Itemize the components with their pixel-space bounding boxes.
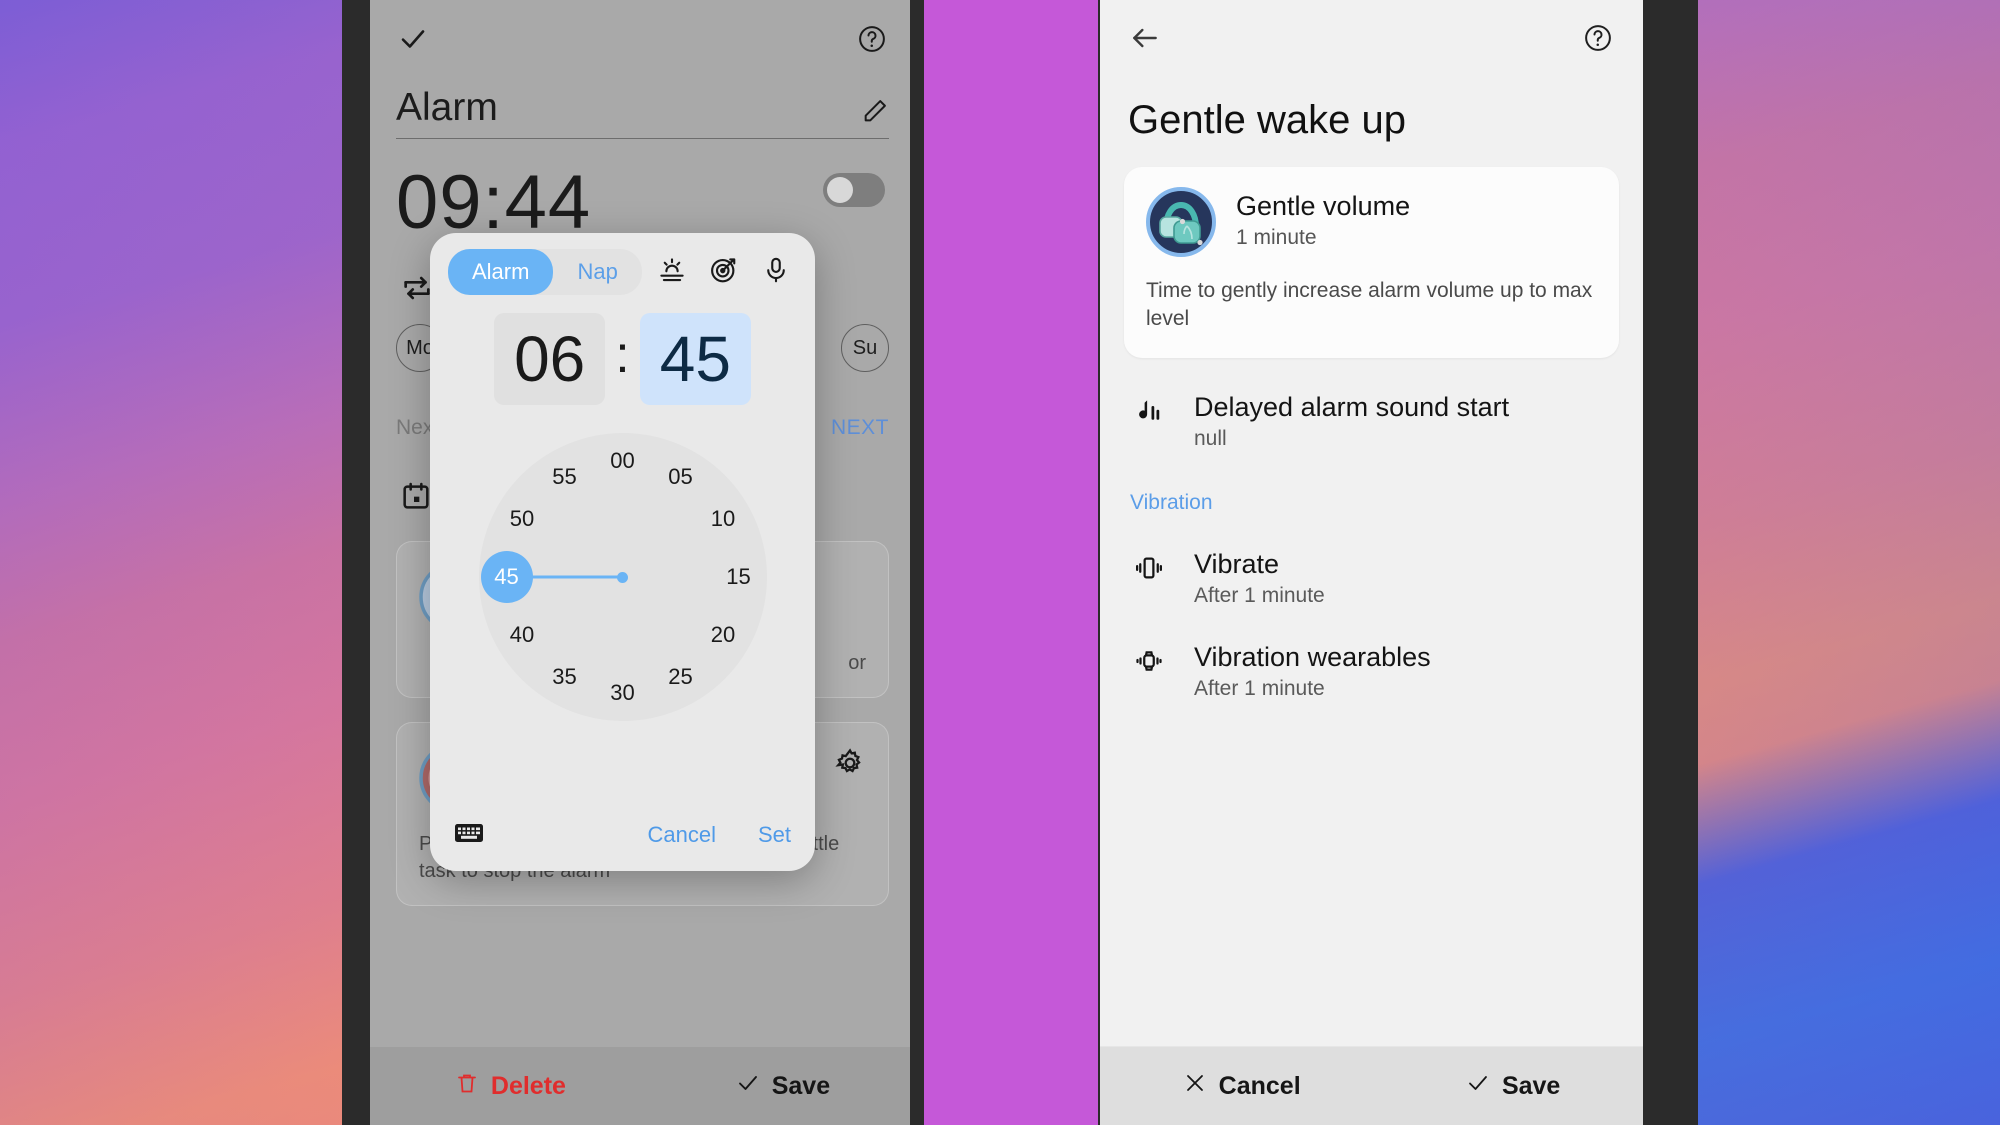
help-circle-icon[interactable] [851, 18, 893, 60]
close-icon [1183, 1071, 1207, 1102]
delete-label: Delete [490, 1071, 566, 1100]
gentle-volume-card[interactable]: Gentle volume 1 minute Time to gently in… [1124, 167, 1619, 358]
delete-button[interactable]: Delete [455, 1071, 566, 1102]
row-delayed-alarm-sound-start[interactable]: Delayed alarm sound start null [1130, 392, 1619, 451]
gentle-volume-title: Gentle volume [1236, 191, 1411, 221]
hour-field[interactable]: 06 [494, 313, 606, 405]
time-picker-quick-actions [657, 255, 797, 290]
time-picker-dialog[interactable]: Alarm Nap 06 : 45 00 05 10 15 20 25 30 35 40 45 50… [430, 233, 815, 871]
minute-field[interactable]: 45 [639, 313, 751, 405]
alarm-name-value: Alarm [396, 86, 498, 129]
check-icon [1466, 1071, 1490, 1102]
row-title: Vibrate [1194, 548, 1280, 579]
dial-number-40[interactable]: 40 [496, 609, 548, 661]
vibrate-phone-icon [1130, 549, 1168, 583]
cancel-button[interactable]: Cancel [647, 822, 715, 848]
sunrise-icon[interactable] [657, 255, 687, 290]
save-button[interactable]: Save [1466, 1071, 1560, 1102]
row-subtitle: After 1 minute [1194, 583, 1325, 607]
alarm-time-value[interactable]: 09:44 [396, 165, 591, 241]
left-bottom-bar: Delete Save [370, 1047, 915, 1125]
help-circle-icon[interactable] [1577, 17, 1619, 59]
pillows-icon [1146, 187, 1216, 257]
microphone-icon[interactable] [761, 255, 791, 290]
row-subtitle: After 1 minute [1194, 676, 1325, 700]
alarm-enable-toggle[interactable] [823, 173, 885, 207]
section-label-vibration: Vibration [1130, 490, 1213, 514]
dial-number-15[interactable]: 15 [713, 551, 765, 603]
row-vibrate[interactable]: Vibrate After 1 minute [1130, 549, 1619, 608]
target-icon[interactable] [709, 255, 739, 290]
right-bottom-bar: Cancel Save [1100, 1047, 1643, 1125]
dial-number-30[interactable]: 30 [597, 667, 649, 719]
row-title: Vibration wearables [1194, 641, 1431, 672]
music-note-icon [1130, 392, 1168, 426]
page-title: Gentle wake up [1128, 98, 1406, 142]
arrow-left-icon[interactable] [1124, 17, 1166, 59]
right-phone-screen: Gentle wake up Gentle volume 1 minute Ti… [1100, 0, 1643, 1125]
check-icon [736, 1071, 760, 1102]
dial-number-10[interactable]: 10 [697, 493, 749, 545]
day-chip-su[interactable]: Su [841, 324, 889, 372]
row-subtitle: null [1194, 426, 1227, 450]
cancel-label: Cancel [1218, 1071, 1301, 1100]
tab-nap[interactable]: Nap [553, 249, 641, 295]
alarm-time-row[interactable]: 09:44 [370, 139, 885, 241]
save-label: Save [771, 1071, 831, 1100]
save-button[interactable]: Save [736, 1071, 830, 1102]
gentle-volume-description: Time to gently increase alarm volume up … [1146, 279, 1593, 331]
set-button[interactable]: Set [758, 822, 791, 848]
cancel-button[interactable]: Cancel [1183, 1071, 1301, 1102]
check-icon[interactable] [392, 18, 434, 60]
save-label: Save [1501, 1071, 1561, 1100]
alarm-name-field[interactable]: Alarm [396, 86, 889, 139]
middle-phone-screen [924, 0, 1114, 1125]
row-title: Delayed alarm sound start [1194, 391, 1510, 422]
dial-number-55[interactable]: 55 [539, 451, 591, 503]
time-display: 06 : 45 [430, 313, 815, 405]
dial-number-45[interactable]: 45 [480, 551, 533, 603]
keyboard-icon[interactable] [454, 821, 484, 850]
dial-number-25[interactable]: 25 [655, 651, 707, 703]
mode-segmented-control[interactable]: Alarm Nap [448, 249, 642, 295]
time-picker-header: Alarm Nap [430, 233, 815, 295]
dial-center-dot [617, 571, 628, 583]
gentle-volume-value: 1 minute [1236, 226, 1317, 249]
row-vibration-wearables[interactable]: Vibration wearables After 1 minute [1130, 642, 1619, 701]
tab-alarm[interactable]: Alarm [448, 249, 554, 295]
left-toolbar [370, 0, 915, 60]
time-colon: : [615, 326, 630, 384]
right-toolbar [1100, 0, 1643, 60]
gear-icon[interactable] [834, 743, 866, 784]
time-picker-footer: Cancel Set [430, 799, 815, 871]
dial-number-00[interactable]: 00 [597, 435, 649, 487]
clock-dial[interactable]: 00 05 10 15 20 25 30 35 40 45 50 55 [478, 433, 767, 721]
next-alarm-button[interactable]: NEXT [831, 416, 889, 440]
vibrate-watch-icon [1130, 642, 1168, 676]
pencil-icon[interactable] [861, 97, 889, 130]
trash-icon [455, 1071, 479, 1102]
